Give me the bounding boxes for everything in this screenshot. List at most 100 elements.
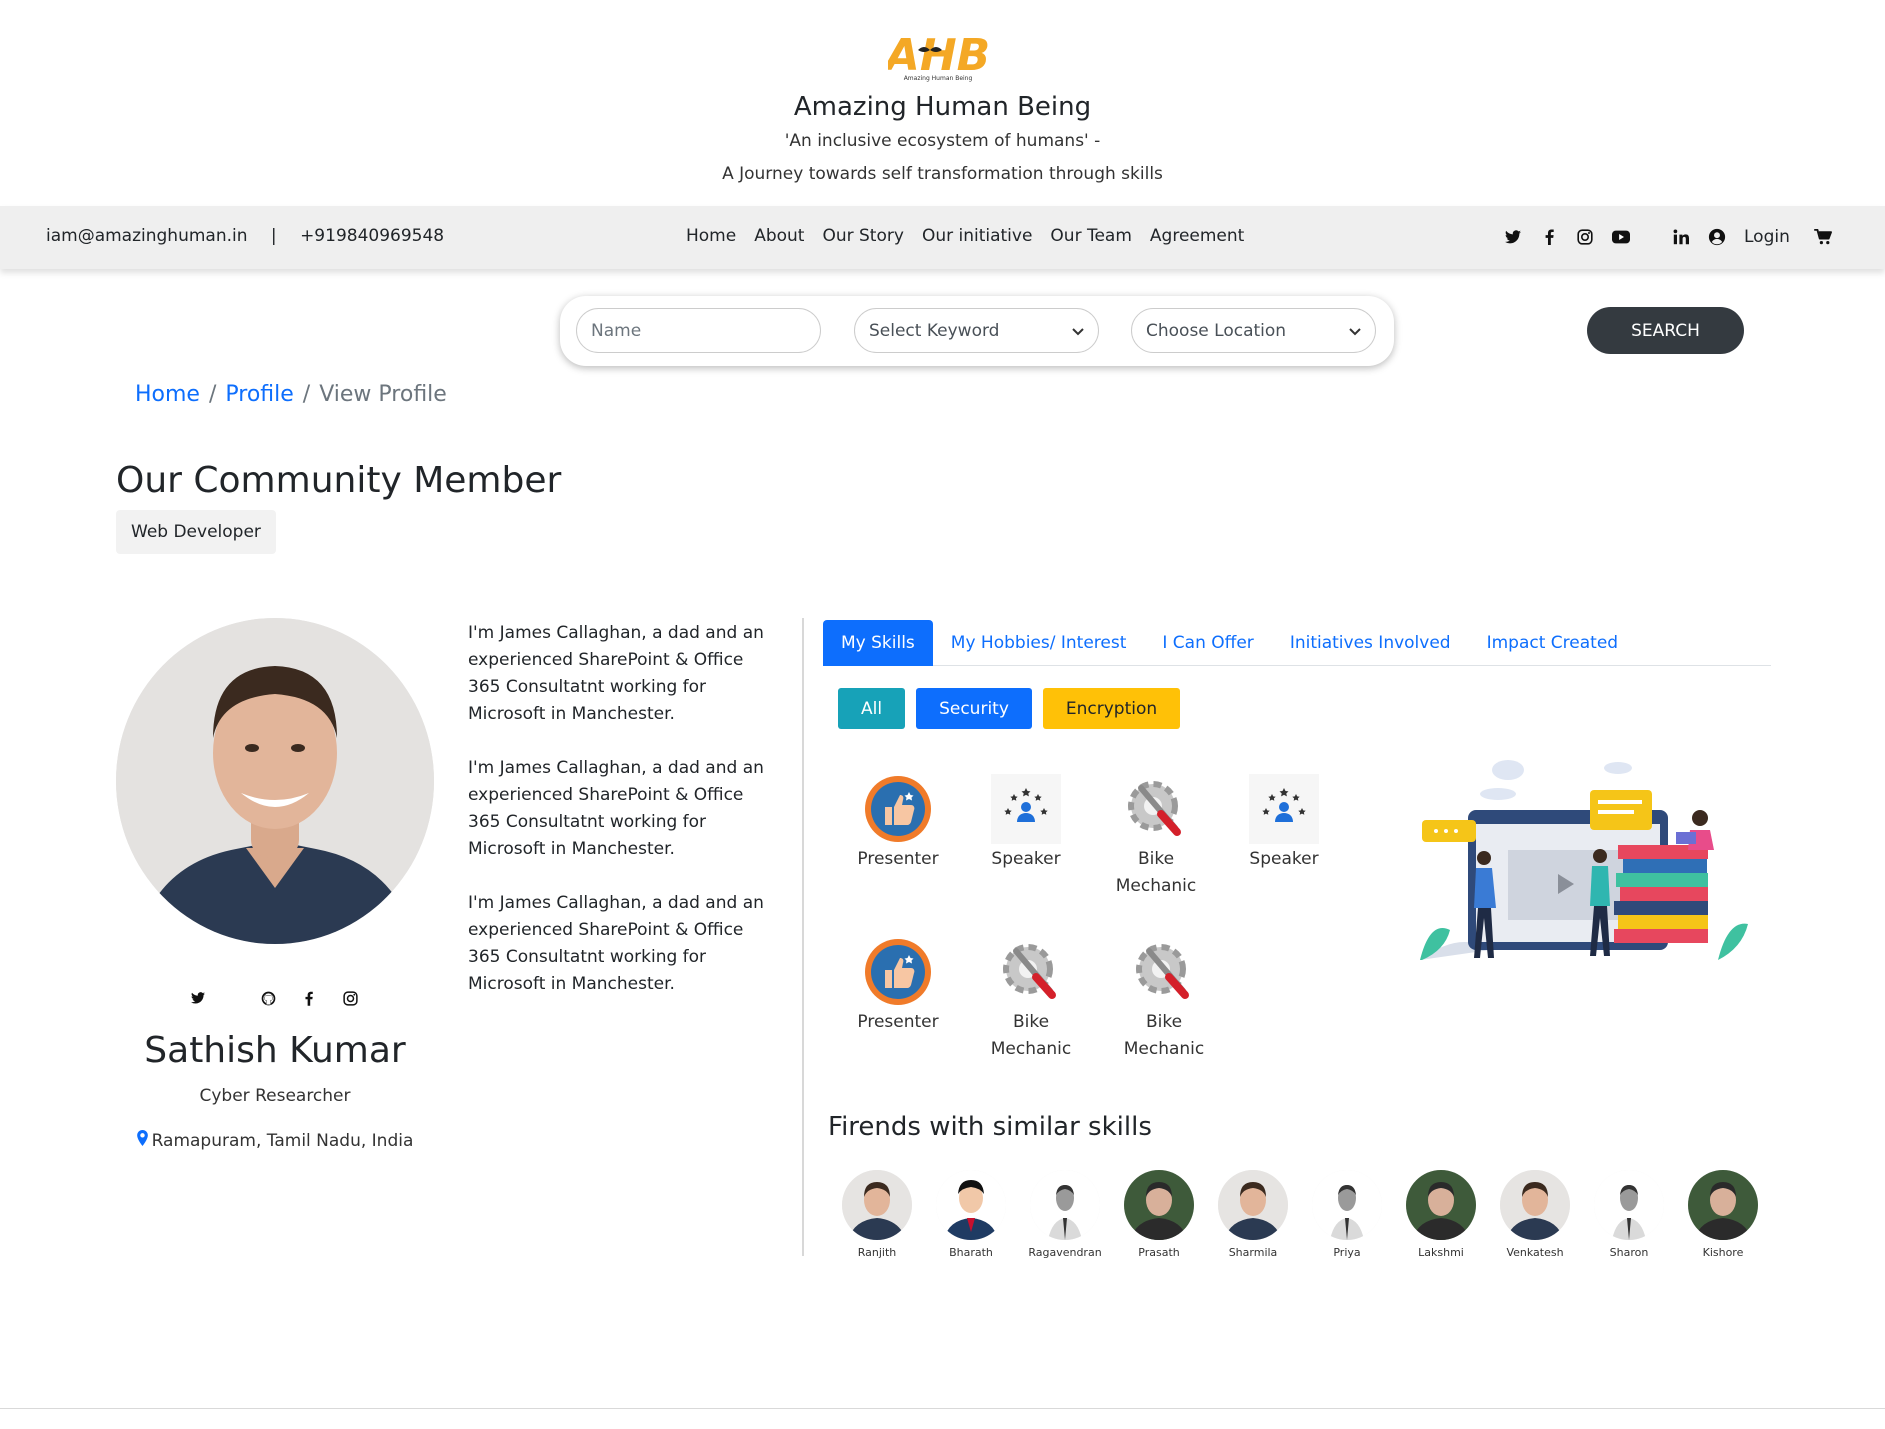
tagline-2: A Journey towards self transformation th… [722, 164, 1163, 184]
friend-item[interactable]: Sharon [1582, 1170, 1676, 1259]
skill-label: Speaker [991, 849, 1061, 869]
top-navbar: iam@amazinghuman.in | +919840969548 Home… [0, 206, 1885, 269]
friend-name: Lakshmi [1418, 1246, 1464, 1259]
friend-name: Prasath [1138, 1246, 1180, 1259]
friend-name: Priya [1333, 1246, 1361, 1259]
breadcrumb-home[interactable]: Home [135, 382, 200, 407]
profile-social-links [188, 988, 368, 1008]
profile-tabs: My Skills My Hobbies/ Interest I Can Off… [823, 620, 1771, 666]
skill-filters: All Security Encryption [838, 688, 1181, 729]
page-title: Our Community Member [116, 460, 562, 501]
tab-my-hobbies[interactable]: My Hobbies/ Interest [933, 620, 1145, 666]
wrench-gear-icon [1136, 944, 1189, 999]
breadcrumb-profile[interactable]: Profile [225, 382, 293, 407]
bio-paragraph: I'm James Callaghan, a dad and an experi… [468, 893, 764, 994]
breadcrumb: Home / Profile / View Profile [135, 382, 447, 407]
skill-item[interactable]: Presenter [838, 774, 958, 873]
friend-avatar [1124, 1170, 1194, 1240]
tab-initiatives-involved[interactable]: Initiatives Involved [1272, 620, 1469, 666]
youtube-icon[interactable] [1608, 224, 1634, 250]
instagram-icon[interactable] [1572, 224, 1598, 250]
tab-impact-created[interactable]: Impact Created [1469, 620, 1636, 666]
role-badge: Web Developer [116, 510, 276, 554]
friend-avatar [1218, 1170, 1288, 1240]
tagline-1: 'An inclusive ecosystem of humans' - [784, 131, 1101, 151]
skill-label: Speaker [1249, 849, 1319, 869]
main-nav: Home About Our Story Our initiative Our … [686, 226, 1244, 246]
search-button[interactable]: SEARCH [1587, 307, 1744, 354]
name-search-input[interactable]: Name [576, 308, 821, 353]
instagram-icon[interactable] [340, 988, 360, 1008]
nav-home[interactable]: Home [686, 226, 736, 246]
friend-item[interactable]: Ranjith [830, 1170, 924, 1259]
skill-item[interactable]: Speaker [966, 774, 1086, 873]
facebook-icon[interactable] [1536, 224, 1562, 250]
contact-info: iam@amazinghuman.in | +919840969548 [46, 226, 444, 246]
filter-security-button[interactable]: Security [916, 688, 1032, 729]
nav-our-initiative[interactable]: Our initiative [922, 226, 1032, 246]
thumbs-up-icon [865, 776, 931, 842]
keyword-select[interactable]: Select Keyword [854, 308, 1099, 353]
profile-avatar [116, 618, 434, 944]
friend-avatar [1594, 1170, 1664, 1240]
friend-item[interactable]: Ragavendran [1018, 1170, 1112, 1259]
friend-item[interactable]: Venkatesh [1488, 1170, 1582, 1259]
tab-my-skills[interactable]: My Skills [823, 620, 933, 666]
skill-item[interactable]: Presenter [838, 937, 958, 1036]
nav-agreement[interactable]: Agreement [1150, 226, 1244, 246]
location-select[interactable]: Choose Location [1131, 308, 1376, 353]
map-marker-icon [136, 1130, 148, 1151]
twitter-icon[interactable] [188, 988, 208, 1008]
site-header: AHB Amazing Human Being Amazing Human Be… [0, 0, 1885, 206]
svg-text:Amazing Human Being: Amazing Human Being [904, 75, 973, 82]
friend-item[interactable]: Prasath [1112, 1170, 1206, 1259]
skills-illustration [1420, 760, 1748, 960]
skill-label: Bike Mechanic [990, 1012, 1072, 1059]
site-logo[interactable]: AHB Amazing Human Being [883, 26, 990, 82]
skill-label: Presenter [857, 1012, 939, 1032]
user-circle-icon[interactable] [1704, 224, 1730, 250]
friend-item[interactable]: Priya [1300, 1170, 1394, 1259]
tab-i-can-offer[interactable]: I Can Offer [1144, 620, 1271, 666]
friend-item[interactable]: Kishore [1676, 1170, 1770, 1259]
speaker-stars-icon [991, 774, 1061, 844]
search-panel: Name Select Keyword Choose Location [560, 296, 1394, 366]
contact-email[interactable]: iam@amazinghuman.in [46, 226, 248, 246]
friend-item[interactable]: Lakshmi [1394, 1170, 1488, 1259]
cart-icon[interactable] [1810, 224, 1836, 250]
github-icon[interactable] [258, 988, 278, 1008]
friend-name: Ranjith [857, 1246, 897, 1259]
filter-all-button[interactable]: All [838, 688, 906, 729]
nav-our-story[interactable]: Our Story [822, 226, 903, 246]
column-divider [802, 618, 804, 1256]
nav-our-team[interactable]: Our Team [1050, 226, 1131, 246]
contact-phone[interactable]: +919840969548 [300, 226, 444, 246]
profile-name: Sathish Kumar [144, 1030, 406, 1071]
skill-item[interactable]: Bike Mechanic [1096, 774, 1216, 900]
skill-item[interactable]: Bike Mechanic [1104, 937, 1224, 1063]
twitter-icon[interactable] [1500, 224, 1526, 250]
friend-name: Bharath [949, 1246, 993, 1259]
location-select-value: Choose Location [1146, 320, 1287, 341]
linkedin-icon[interactable] [1668, 224, 1694, 250]
friend-name: Venkatesh [1506, 1246, 1564, 1259]
skill-item[interactable]: Speaker [1224, 774, 1344, 873]
bio-paragraph: I'm James Callaghan, a dad and an experi… [468, 758, 764, 859]
profile-role: Cyber Researcher [199, 1086, 351, 1106]
svg-text:AHB: AHB [888, 30, 988, 81]
nav-about[interactable]: About [754, 226, 804, 246]
breadcrumb-current: View Profile [319, 382, 447, 407]
friend-avatar [936, 1170, 1006, 1240]
friend-item[interactable]: Bharath [924, 1170, 1018, 1259]
facebook-icon[interactable] [299, 988, 319, 1008]
friend-item[interactable]: Sharmila [1206, 1170, 1300, 1259]
friend-avatar [1030, 1170, 1100, 1240]
skill-item[interactable]: Bike Mechanic [971, 937, 1091, 1063]
wrench-gear-icon [1128, 781, 1181, 836]
login-link[interactable]: Login [1744, 227, 1790, 247]
friend-name: Ragavendran [1028, 1246, 1102, 1259]
profile-bio: I'm James Callaghan, a dad and an experi… [468, 620, 768, 1025]
skill-label: Presenter [857, 849, 939, 869]
friend-avatar [1500, 1170, 1570, 1240]
filter-encryption-button[interactable]: Encryption [1042, 688, 1181, 729]
